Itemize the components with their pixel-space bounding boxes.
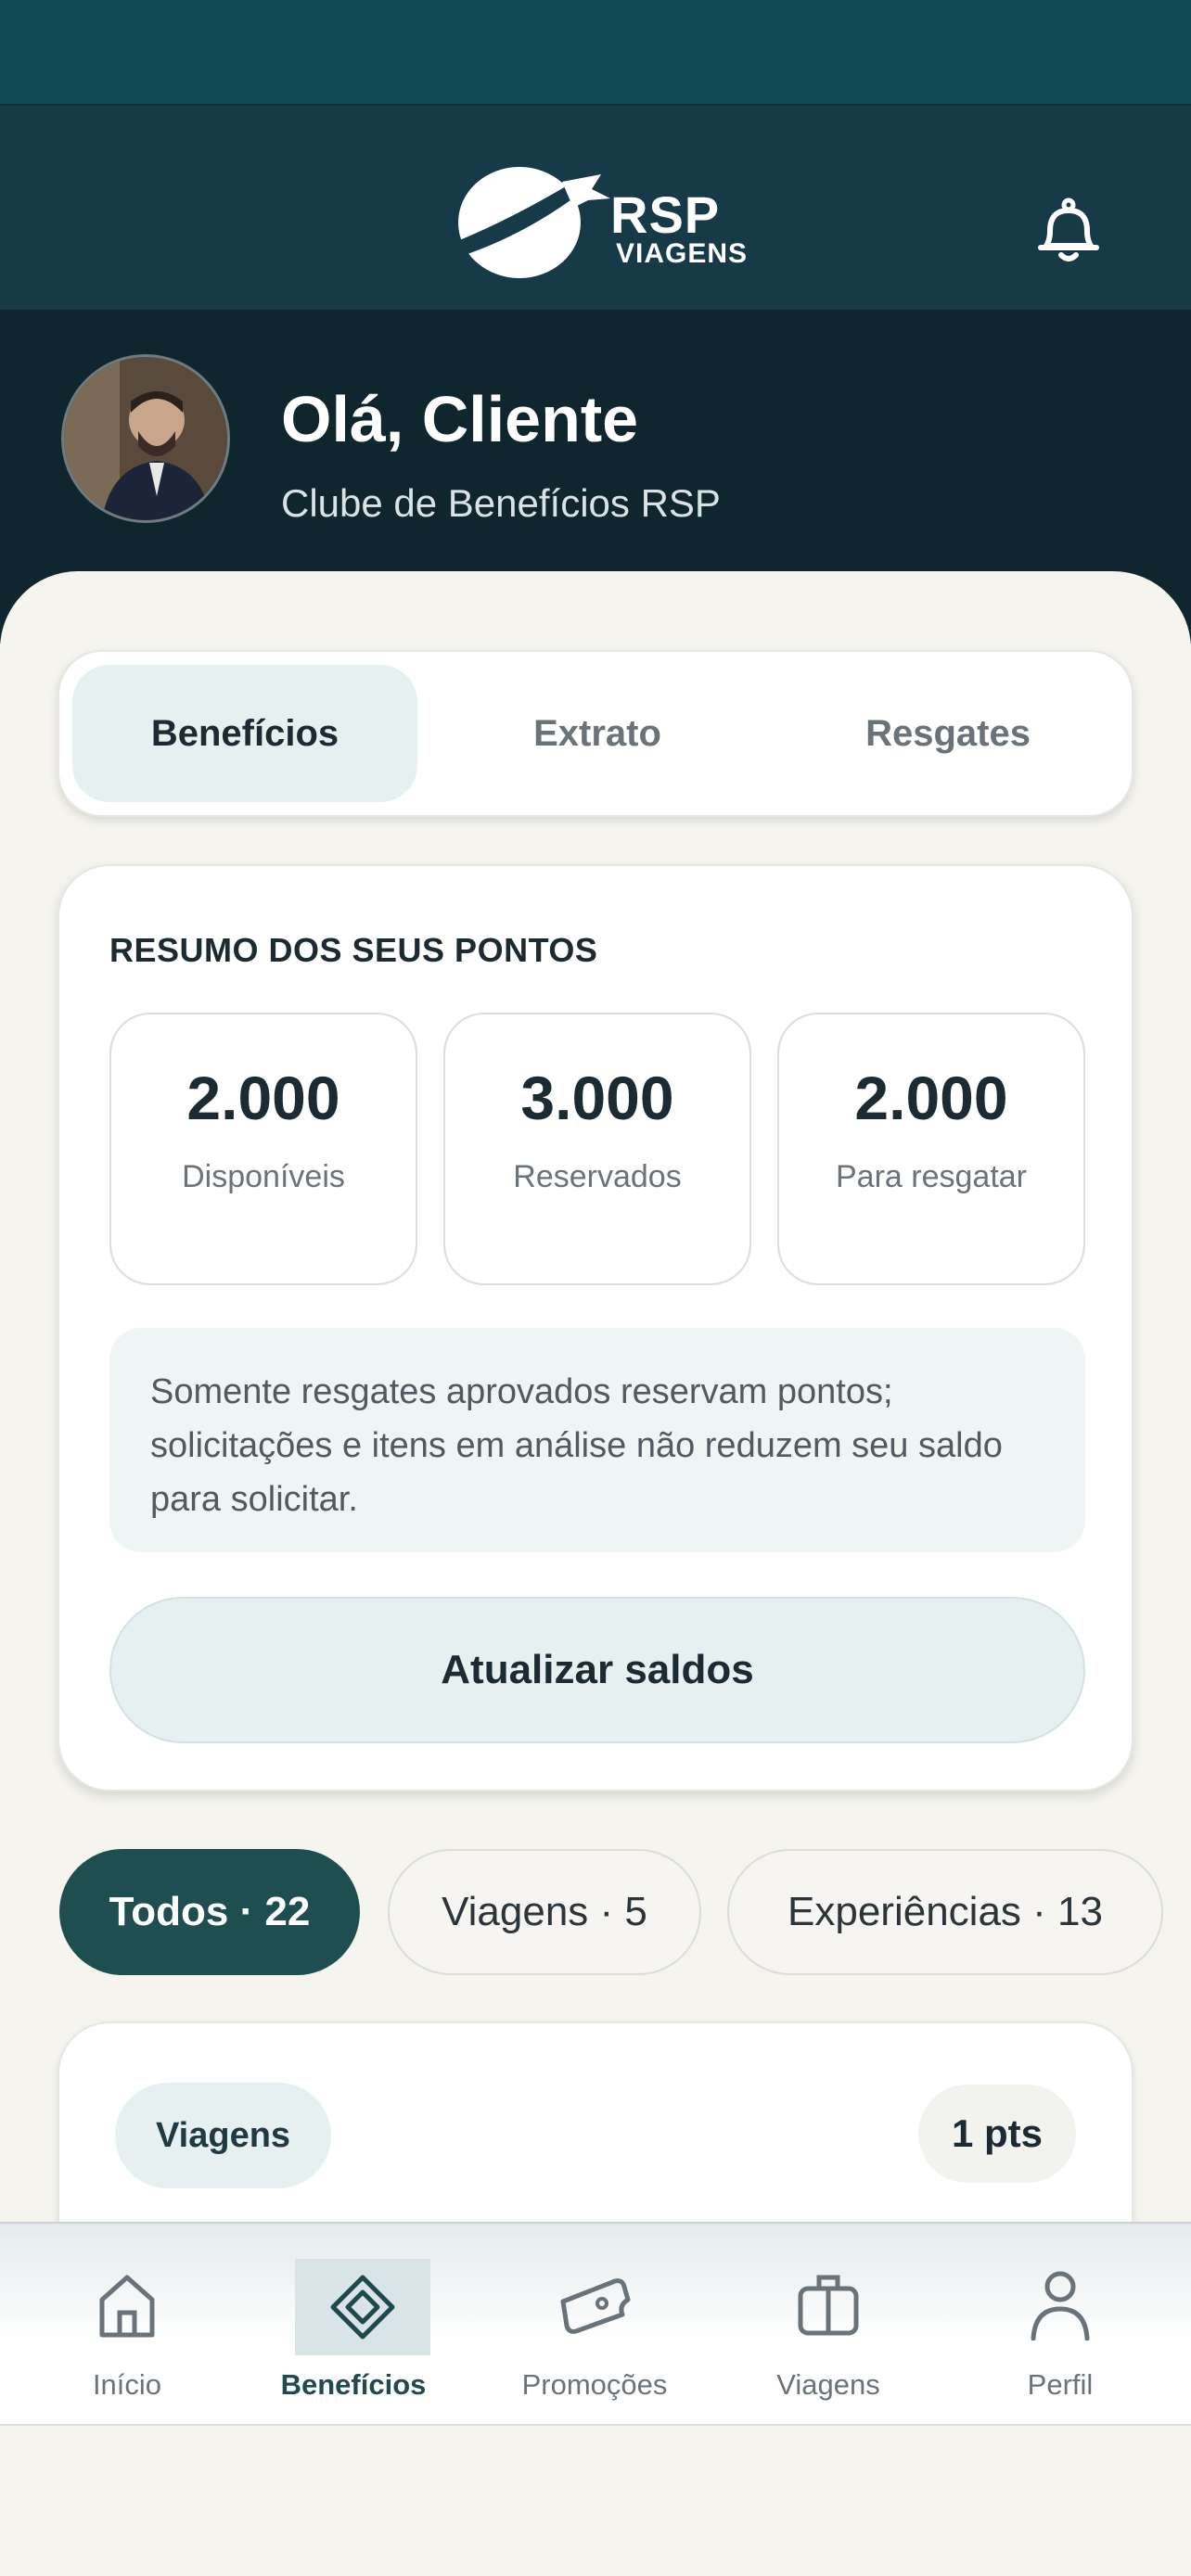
logo-subtext: VIAGENS bbox=[616, 238, 749, 269]
app-header: RSP VIAGENS bbox=[0, 104, 1191, 310]
logo-text: RSP bbox=[610, 185, 721, 244]
nav-label: Viagens bbox=[776, 2368, 880, 2401]
nav-item-inicio[interactable]: Início bbox=[48, 2261, 206, 2409]
points-redeem-box: 2.000 Para resgatar bbox=[777, 1013, 1085, 1285]
points-badge: 1 pts bbox=[917, 2085, 1076, 2183]
tab-beneficios[interactable]: Benefícios bbox=[72, 665, 417, 802]
points-value: 2.000 bbox=[854, 1064, 1008, 1132]
rsp-logo: RSP VIAGENS bbox=[453, 161, 749, 287]
tab-extrato[interactable]: Extrato bbox=[425, 665, 770, 802]
points-label: Para resgatar bbox=[836, 1159, 1027, 1194]
points-reserved-box: 3.000 Reservados bbox=[443, 1013, 751, 1285]
suitcase-icon bbox=[785, 2261, 872, 2348]
bell-icon[interactable] bbox=[1031, 194, 1106, 268]
tab-bar: Benefícios Extrato Resgates bbox=[58, 650, 1133, 817]
bottom-navigation: Início Benefícios Promoções Viagens Perf… bbox=[0, 2222, 1191, 2426]
tab-resgates[interactable]: Resgates bbox=[775, 665, 1121, 802]
diamond-icon bbox=[295, 2259, 430, 2355]
nav-item-beneficios[interactable]: Benefícios bbox=[275, 2259, 432, 2409]
user-icon bbox=[1017, 2261, 1104, 2348]
points-label: Reservados bbox=[513, 1159, 682, 1194]
ticket-icon bbox=[551, 2261, 638, 2348]
category-badge: Viagens bbox=[115, 2083, 332, 2188]
nav-item-promocoes[interactable]: Promoções bbox=[516, 2261, 673, 2409]
nav-label: Perfil bbox=[1027, 2368, 1094, 2401]
greeting-subtitle: Clube de Benefícios RSP bbox=[281, 481, 721, 525]
filter-chip-experiencias[interactable]: Experiências · 13 bbox=[727, 1849, 1163, 1975]
nav-item-viagens[interactable]: Viagens bbox=[749, 2261, 907, 2409]
points-summary-card: RESUMO DOS SEUS PONTOS 2.000 Disponíveis… bbox=[58, 864, 1133, 1792]
nav-label: Início bbox=[92, 2368, 162, 2401]
category-filter-bar: Todos · 22 Viagens · 5 Experiências · 13 bbox=[0, 1849, 1191, 1983]
nav-label: Promoções bbox=[521, 2368, 668, 2401]
main-content: Benefícios Extrato Resgates RESUMO DOS S… bbox=[0, 571, 1191, 2300]
greeting-title: Olá, Cliente bbox=[281, 383, 639, 455]
info-note: Somente resgates aprovados reservam pont… bbox=[109, 1328, 1085, 1552]
points-available-box: 2.000 Disponíveis bbox=[109, 1013, 417, 1285]
filter-chip-todos[interactable]: Todos · 22 bbox=[59, 1849, 360, 1975]
nav-item-perfil[interactable]: Perfil bbox=[981, 2261, 1139, 2409]
nav-label: Benefícios bbox=[280, 2368, 427, 2401]
summary-title: RESUMO DOS SEUS PONTOS bbox=[109, 931, 598, 969]
points-value: 3.000 bbox=[520, 1064, 674, 1132]
refresh-balance-button[interactable]: Atualizar saldos bbox=[109, 1597, 1085, 1743]
bottom-spacer bbox=[0, 2426, 1191, 2576]
avatar[interactable] bbox=[61, 354, 230, 523]
points-value: 2.000 bbox=[186, 1064, 340, 1132]
points-label: Disponíveis bbox=[182, 1159, 345, 1194]
status-bar bbox=[0, 0, 1191, 104]
filter-chip-viagens[interactable]: Viagens · 5 bbox=[388, 1849, 701, 1975]
home-icon bbox=[83, 2261, 171, 2348]
globe-plane-icon bbox=[453, 167, 610, 278]
